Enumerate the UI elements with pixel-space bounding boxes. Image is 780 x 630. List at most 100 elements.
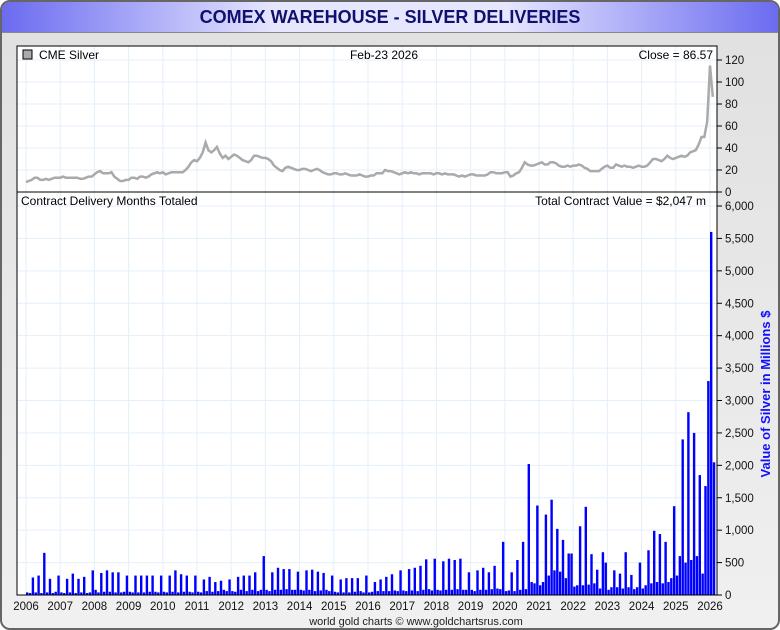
- delivery-bar: [479, 589, 482, 595]
- date-label: Feb-23 2026: [350, 48, 418, 62]
- delivery-bar: [633, 589, 636, 595]
- delivery-bar: [490, 589, 493, 595]
- delivery-bar: [140, 575, 143, 595]
- delivery-bar: [444, 589, 448, 595]
- delivery-bar: [601, 552, 605, 595]
- delivery-bar: [439, 590, 442, 595]
- delivery-bar: [527, 464, 530, 595]
- delivery-bar: [544, 514, 548, 595]
- delivery-bar: [598, 588, 602, 595]
- delivery-bar: [228, 579, 231, 595]
- delivery-bar: [533, 583, 536, 595]
- delivery-bar: [584, 506, 587, 595]
- delivery-bar: [94, 589, 97, 595]
- delivery-bar: [413, 567, 416, 595]
- delivery-bar: [450, 589, 454, 595]
- delivery-bar: [325, 589, 328, 595]
- delivery-bar: [484, 589, 488, 595]
- delivery-bar: [476, 570, 479, 595]
- footer-credit: world gold charts © www.goldchartsrus.co…: [308, 616, 523, 628]
- delivery-bar: [407, 569, 411, 595]
- price-tick-label: 60: [725, 121, 738, 133]
- delivery-bar: [541, 582, 545, 595]
- x-tick-label: 2017: [389, 601, 415, 613]
- delivery-bar: [604, 562, 607, 595]
- delivery-bar: [462, 589, 465, 595]
- delivery-bar: [610, 587, 613, 595]
- y-tick-label: 1,000: [725, 525, 754, 537]
- delivery-bar: [77, 578, 80, 595]
- delivery-bar: [504, 591, 508, 595]
- delivery-bar: [396, 591, 399, 595]
- delivery-bar: [405, 591, 408, 595]
- delivery-bar: [111, 572, 114, 595]
- delivery-bar: [83, 576, 86, 595]
- x-tick-label: 2023: [595, 601, 621, 613]
- delivery-bar: [416, 591, 419, 595]
- delivery-bar: [100, 572, 103, 595]
- delivery-bar: [296, 571, 300, 595]
- x-tick-label: 2024: [629, 601, 655, 613]
- delivery-bar: [530, 582, 533, 595]
- delivery-bar: [578, 526, 582, 595]
- delivery-bar: [31, 577, 35, 595]
- delivery-bar: [205, 591, 208, 595]
- y-tick-label: 0: [725, 590, 731, 602]
- delivery-bar: [433, 558, 436, 595]
- delivery-bar: [467, 572, 471, 595]
- x-tick-label: 2018: [424, 601, 450, 613]
- delivery-bar: [464, 589, 468, 595]
- delivery-bar: [48, 578, 52, 595]
- delivery-bar: [442, 561, 445, 595]
- price-tick-label: 100: [725, 77, 744, 89]
- delivery-bar: [650, 583, 653, 595]
- x-tick-label: 2022: [560, 601, 586, 613]
- delivery-bar: [65, 578, 69, 595]
- delivery-bar: [185, 575, 188, 595]
- delivery-bar: [564, 578, 568, 595]
- delivery-bar: [293, 589, 297, 595]
- delivery-bar: [524, 589, 528, 595]
- x-tick-label: 2025: [663, 601, 689, 613]
- delivery-bar: [37, 575, 40, 595]
- delivery-bar: [251, 589, 254, 595]
- delivery-bar: [125, 575, 129, 595]
- delivery-bar: [482, 567, 485, 595]
- y-tick-label: 500: [725, 558, 744, 570]
- delivery-bar: [313, 591, 317, 595]
- delivery-bar: [71, 573, 74, 595]
- delivery-bar: [365, 575, 368, 595]
- delivery-bar: [387, 591, 391, 595]
- delivery-bar: [151, 575, 154, 595]
- delivery-bar: [311, 569, 314, 595]
- delivery-bar: [690, 559, 693, 595]
- x-tick-label: 2019: [458, 601, 484, 613]
- price-tick-label: 20: [725, 165, 738, 177]
- delivery-bar: [236, 576, 240, 595]
- delivery-bar: [425, 559, 428, 595]
- delivery-bar: [655, 582, 659, 595]
- delivery-bar: [57, 575, 60, 595]
- delivery-bar: [202, 579, 206, 595]
- delivery-bar: [194, 575, 197, 595]
- delivery-bar: [710, 231, 713, 595]
- delivery-bar: [350, 578, 354, 595]
- delivery-bar: [282, 569, 285, 595]
- delivery-bar: [225, 591, 228, 595]
- delivery-bar: [675, 575, 679, 595]
- delivery-bar: [273, 589, 277, 595]
- x-tick-label: 2011: [185, 601, 210, 613]
- delivery-bar: [276, 567, 280, 595]
- delivery-bar: [382, 591, 385, 595]
- delivery-bar: [618, 573, 622, 595]
- legend-cme-silver: CME Silver: [39, 48, 99, 62]
- delivery-bar: [410, 590, 414, 595]
- delivery-bar: [501, 541, 505, 595]
- price-tick-label: 120: [725, 55, 744, 67]
- delivery-bar: [678, 556, 682, 595]
- delivery-bar: [265, 589, 268, 595]
- delivery-bar: [339, 579, 342, 595]
- delivery-bar: [316, 571, 320, 595]
- delivery-bar: [567, 553, 570, 595]
- delivery-bar: [214, 582, 217, 595]
